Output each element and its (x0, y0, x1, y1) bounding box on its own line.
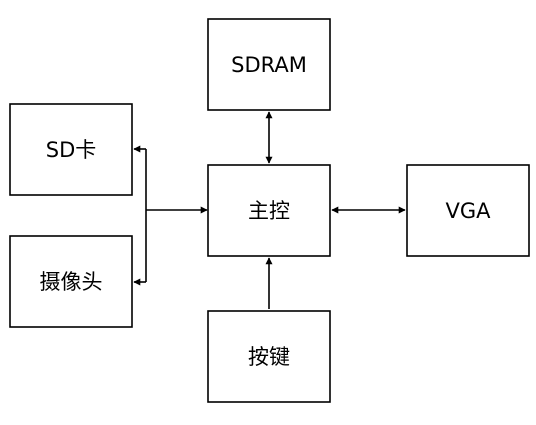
node-buttons: 按键 (207, 310, 331, 403)
node-camera-label: 摄像头 (40, 270, 103, 294)
node-camera: 摄像头 (9, 235, 133, 328)
node-main-control: 主控 (207, 164, 331, 257)
node-sd-card: SD卡 (9, 103, 133, 196)
node-main-control-label: 主控 (248, 199, 290, 223)
node-buttons-label: 按键 (248, 345, 290, 369)
node-sd-card-label: SD卡 (46, 138, 97, 162)
block-diagram: SDRAM SD卡 主控 VGA 摄像头 按键 (9, 18, 530, 403)
node-vga-label: VGA (445, 199, 491, 223)
node-vga: VGA (406, 164, 530, 257)
node-sdram: SDRAM (207, 18, 331, 111)
node-sdram-label: SDRAM (231, 53, 307, 77)
